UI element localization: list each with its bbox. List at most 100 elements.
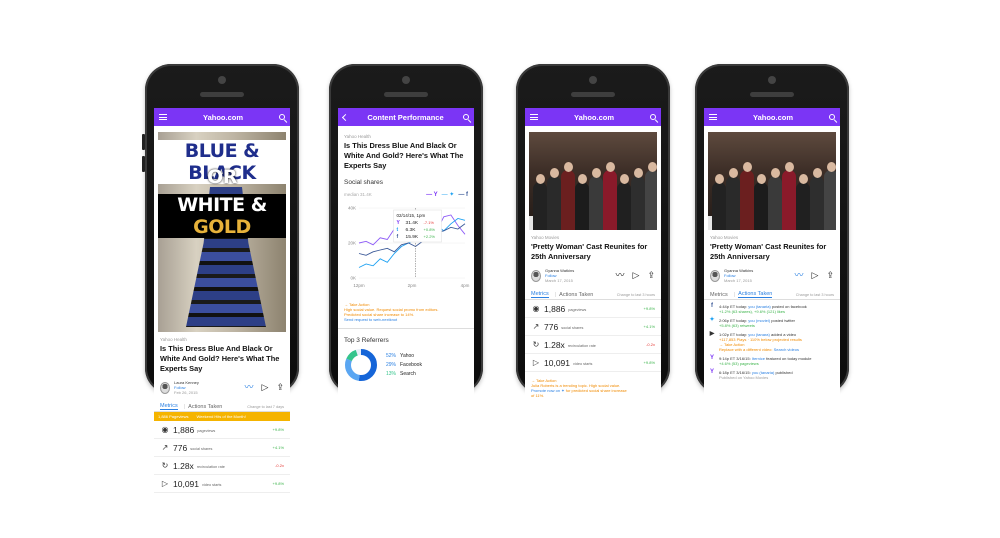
play-icon[interactable]: ▷ (262, 383, 269, 392)
avatar[interactable] (710, 269, 720, 282)
metric-delta: +9.8% (272, 427, 284, 432)
person-head (826, 162, 836, 172)
metric-value: 10,091 (544, 357, 570, 368)
tab-divider: | (733, 291, 736, 298)
metric-row-recirculation[interactable]: ↻ 1.28x recirculation rate -0.2x (525, 336, 661, 354)
time-range-link[interactable]: Change to last 7 days (247, 405, 284, 409)
metric-row-recirculation[interactable]: ↻ 1.28x recirculation rate -0.2x (154, 457, 290, 475)
avatar[interactable] (160, 381, 170, 394)
share-icon[interactable]: ⇪ (826, 271, 834, 280)
referrer-pct: 29% (386, 361, 397, 368)
analytics-icon[interactable]: 〰 (616, 271, 625, 280)
person-head (770, 168, 780, 178)
tab-actions-taken[interactable]: Actions Taken (188, 404, 222, 410)
app-title: Yahoo.com (573, 112, 614, 122)
tab-metrics[interactable]: Metrics (160, 403, 178, 410)
feed-result: +5.8% (63) retweets (719, 323, 755, 328)
person-figure (726, 176, 740, 230)
search-icon[interactable] (279, 114, 285, 120)
caption-gold: GOLD (193, 216, 251, 238)
search-icon[interactable] (463, 114, 469, 120)
metric-row-video[interactable]: ▷ 10,091 video starts +9.8% (525, 354, 661, 372)
menu-icon[interactable] (159, 114, 167, 120)
metric-row-social[interactable]: ↗ 776 social shares +4.1% (525, 318, 661, 336)
metric-value: 776 (544, 321, 559, 332)
speaker-grill (384, 92, 428, 97)
referrer-name: Facebook (400, 361, 422, 368)
tab-metrics[interactable]: Metrics (710, 292, 728, 298)
person-head (728, 168, 738, 178)
avatar[interactable] (531, 269, 541, 282)
banner-text: 1,886 Pageviews (158, 414, 189, 419)
menu-icon[interactable] (709, 114, 717, 120)
feed-item[interactable]: Y 9:14p ET 3/16/15: Iternice featured on… (704, 355, 840, 366)
metric-delta: +9.8% (643, 306, 655, 311)
note-line: of 11%. (531, 393, 545, 398)
legend-yahoo[interactable]: — Y (426, 192, 438, 198)
author-row: Gyanna Watkins Follow March 17, 2015 〰 ▷… (525, 268, 661, 283)
metric-label: social shares (190, 447, 213, 451)
note-text: for predicted social share increase (565, 388, 627, 393)
person-figure (782, 170, 796, 230)
referrer-item[interactable]: 52% Yahoo (386, 352, 422, 361)
twitter-icon: ✦ (709, 317, 715, 323)
feed-item[interactable]: Y 6:18p ET 3/16/15: you (tanaria) publis… (704, 369, 840, 380)
person-figure (631, 176, 645, 230)
analytics-icon[interactable]: 〰 (795, 271, 804, 280)
person-figure (810, 176, 824, 230)
referrer-item[interactable]: 13% Search (386, 370, 422, 379)
feed-item[interactable]: f 4:44p ET today: you (tanaria) posted o… (704, 303, 840, 314)
feed-item[interactable]: ✦ 2:06p ET today: you (moviei) posted tw… (704, 317, 840, 328)
twitter-icon[interactable]: ✦ (561, 388, 564, 393)
play-icon[interactable]: ▷ (812, 271, 819, 280)
screen: Content Performance Yahoo Health Is This… (338, 108, 474, 478)
tab-metrics[interactable]: Metrics (531, 291, 549, 298)
time-range-link[interactable]: Change to last 3 hours (796, 293, 834, 297)
search-icon[interactable] (829, 114, 835, 120)
person-head (633, 168, 643, 178)
tooltip-delta: -7.1% (424, 220, 435, 225)
person-head (591, 168, 601, 178)
share-icon[interactable]: ⇪ (647, 271, 655, 280)
person-head (605, 162, 615, 172)
metric-row-social[interactable]: ↗ 776 social shares +4.1% (154, 439, 290, 457)
legend-twitter[interactable]: — ✦ (442, 191, 455, 198)
referrer-name: Yahoo (400, 352, 415, 359)
activity-feed: f 4:44p ET today: you (tanaria) posted o… (704, 303, 840, 380)
menu-icon[interactable] (530, 114, 538, 120)
y-tick-label: 0K (350, 276, 356, 281)
article-headline[interactable]: Is This Dress Blue And Black Or White An… (154, 344, 290, 374)
tab-actions-taken[interactable]: Actions Taken (559, 292, 593, 298)
author-row: Laura Kenney Follow Feb 26, 2015 〰 ▷ ⇪ (154, 380, 290, 395)
person-head (563, 162, 573, 172)
time-range-link[interactable]: Change to last 3 hours (617, 293, 655, 297)
take-action-note: → Take Action High social value. Request… (338, 302, 474, 322)
metric-row-video[interactable]: ▷ 10,091 video starts +9.8% (154, 475, 290, 493)
social-shares-chart[interactable]: 0K20K40K12pm 2pm 4pm02/14/15, 1pmY 31.4K -7.… (341, 202, 471, 298)
metric-value: 1.28x (173, 460, 194, 471)
search-videos-link[interactable]: Search videos (774, 347, 799, 352)
send-request-link[interactable]: Send request to web-nextknot (344, 317, 468, 322)
person-head (535, 174, 545, 184)
analytics-icon[interactable]: 〰 (245, 383, 254, 392)
legend-facebook[interactable]: — f (458, 192, 468, 198)
feed-result: +1.2% (63 shares), +9.6% (121) likes (719, 309, 786, 314)
metric-row-pageviews[interactable]: ◉ 1,886 pageviews +9.8% (525, 300, 661, 318)
metric-row-pageviews[interactable]: ◉ 1,886 pageviews +9.8% (154, 421, 290, 439)
feed-item[interactable]: ▶ 1:02p ET today: you (tanara) added a v… (704, 331, 840, 352)
search-icon[interactable] (650, 114, 656, 120)
play-icon[interactable]: ▷ (633, 271, 640, 280)
tab-actions-taken[interactable]: Actions Taken (738, 291, 773, 298)
author-info: Gyanna Watkins Follow March 17, 2015 (545, 268, 616, 283)
metric-label: pageviews (197, 429, 216, 433)
article-headline[interactable]: Is This Dress Blue And Black Or White An… (338, 141, 474, 171)
share-icon[interactable]: ⇪ (276, 383, 284, 392)
x-tick-label: 4pm (461, 283, 470, 288)
person-figure (533, 182, 547, 230)
banner-text: Weekend Hits of the Month! (196, 414, 246, 419)
article-headline[interactable]: 'Pretty Woman' Cast Reunites for 25th An… (704, 242, 840, 262)
article-headline[interactable]: 'Pretty Woman' Cast Reunites for 25th An… (525, 242, 661, 262)
eye-icon: ◉ (161, 425, 169, 434)
referrer-item[interactable]: 29% Facebook (386, 361, 422, 370)
tooltip-delta: +0.8% (424, 227, 436, 232)
